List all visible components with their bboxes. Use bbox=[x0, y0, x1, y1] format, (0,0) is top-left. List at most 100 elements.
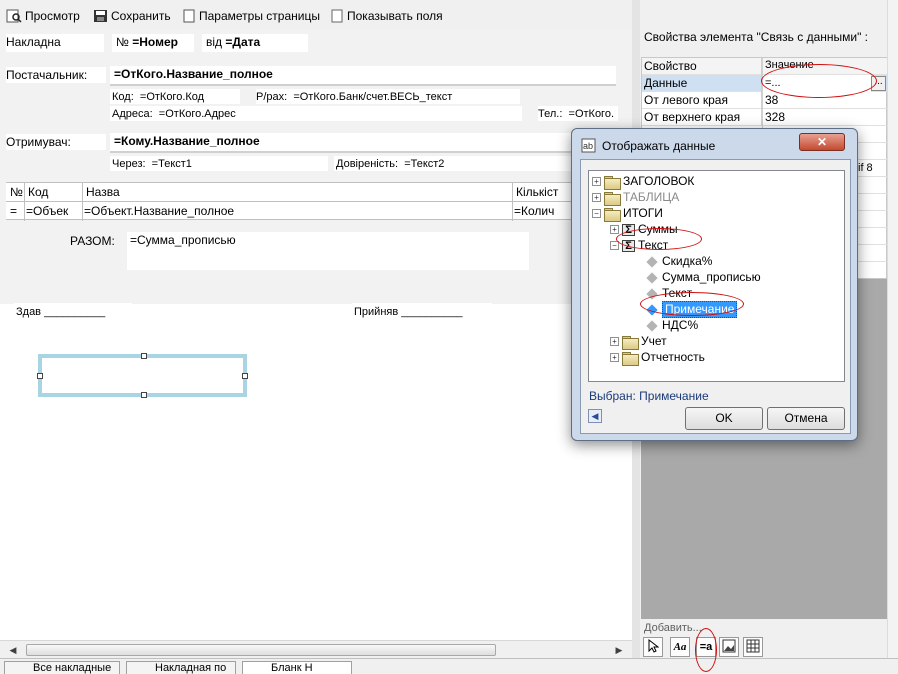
property-value-partial: if 8 bbox=[858, 162, 873, 174]
toolbar: Просмотр Сохранить Параметры страницы По… bbox=[0, 0, 630, 30]
folder-icon bbox=[604, 191, 621, 206]
number-block[interactable]: № =Номер bbox=[112, 34, 194, 52]
row-name-field[interactable]: =Объект.Название_полное bbox=[84, 203, 510, 219]
tree-leaf-vat[interactable]: НДС% bbox=[645, 318, 698, 333]
property-row-top[interactable]: От верхнего края 328 bbox=[642, 109, 888, 126]
resize-handle-left[interactable] bbox=[37, 373, 43, 379]
tree-node-totals[interactable]: − ИТОГИ bbox=[592, 206, 663, 222]
expand-icon[interactable]: + bbox=[610, 225, 619, 234]
code-block[interactable]: Код: =ОтКого.Код bbox=[110, 89, 240, 104]
back-icon[interactable]: ◀ bbox=[588, 409, 602, 423]
address-field: =ОтКого.Адрес bbox=[158, 108, 236, 120]
expand-icon[interactable]: + bbox=[592, 177, 601, 186]
total-label: РАЗОМ: bbox=[70, 233, 126, 249]
preview-button[interactable]: Просмотр bbox=[6, 7, 80, 24]
scroll-right-icon[interactable]: ▶ bbox=[612, 643, 626, 657]
collapse-icon[interactable]: − bbox=[592, 209, 601, 218]
row-code-field[interactable]: =Объек bbox=[26, 203, 80, 219]
proxy-block[interactable]: Довіреність: =Текст2 bbox=[334, 156, 574, 171]
phone-field: =ОтКого. bbox=[568, 108, 615, 120]
account-block[interactable]: Р/рах: =ОтКого.Банк/счет.ВЕСЬ_текст bbox=[256, 89, 520, 104]
address-block[interactable]: Адреса: =ОтКого.Адрес bbox=[110, 106, 522, 121]
ok-button[interactable]: OK bbox=[685, 407, 763, 430]
tree-node-label: ЗАГОЛОВОК bbox=[623, 174, 695, 188]
selected-new-element[interactable] bbox=[38, 354, 247, 397]
cancel-button[interactable]: Отмена bbox=[767, 407, 845, 430]
handed-line: __________ bbox=[44, 306, 106, 318]
field-icon bbox=[646, 255, 658, 268]
tree-node-reports[interactable]: + Отчетность bbox=[610, 350, 705, 366]
image-tool[interactable] bbox=[719, 637, 739, 657]
checkbox-icon bbox=[330, 9, 344, 23]
proxy-field: =Текст2 bbox=[404, 158, 445, 170]
svg-text:ab: ab bbox=[583, 141, 593, 151]
page-icon bbox=[182, 9, 196, 23]
horizontal-scrollbar[interactable]: ◀ ▶ bbox=[0, 640, 632, 658]
save-label: Сохранить bbox=[111, 8, 171, 23]
tree-node-table[interactable]: + ТАБЛИЦА bbox=[592, 190, 680, 206]
header-code: Код bbox=[28, 184, 78, 200]
vertical-scrollbar[interactable] bbox=[887, 0, 898, 658]
pointer-tool[interactable] bbox=[643, 637, 663, 657]
folder-open-icon bbox=[604, 207, 621, 222]
accepted-line: __________ bbox=[401, 306, 463, 318]
scroll-thumb[interactable] bbox=[26, 644, 496, 656]
phone-block[interactable]: Тел.: =ОтКого. bbox=[538, 106, 618, 121]
tab-all-invoices[interactable]: Все накладные bbox=[4, 661, 120, 674]
page-params-button[interactable]: Параметры страницы bbox=[182, 7, 320, 24]
expand-icon[interactable]: + bbox=[610, 353, 619, 362]
tree-leaf-discount[interactable]: Скидка% bbox=[645, 254, 712, 269]
table-tool[interactable] bbox=[743, 637, 763, 657]
accepted-block[interactable]: Прийняв __________ bbox=[352, 303, 492, 321]
window-tabs: Все накладные Накладная по Бланк Н bbox=[0, 658, 898, 674]
resize-handle-top[interactable] bbox=[141, 353, 147, 359]
tab-blank[interactable]: Бланк Н bbox=[242, 661, 352, 674]
row-num-field[interactable]: = bbox=[10, 203, 24, 219]
date-label: від bbox=[206, 35, 223, 49]
preview-label: Просмотр bbox=[25, 8, 80, 23]
save-button[interactable]: Сохранить bbox=[93, 7, 171, 24]
close-icon[interactable]: ✕ bbox=[799, 133, 845, 151]
tree-leaf-sum-words[interactable]: Сумма_прописью bbox=[645, 270, 761, 285]
accepted-label: Прийняв bbox=[354, 306, 399, 318]
through-label: Через: bbox=[112, 158, 146, 170]
expand-icon[interactable]: + bbox=[610, 337, 619, 346]
display-data-dialog: ab Отображать данные ✕ + ЗАГОЛОВОК + ТАБ… bbox=[571, 128, 858, 441]
expand-icon[interactable]: + bbox=[592, 193, 601, 202]
image-icon bbox=[722, 639, 736, 656]
col-property: Свойство bbox=[642, 58, 762, 75]
code-field: =ОтКого.Код bbox=[139, 91, 205, 103]
tree-node-accounting[interactable]: + Учет bbox=[610, 334, 667, 350]
tab-invoice[interactable]: Накладная по bbox=[126, 661, 236, 674]
table-icon bbox=[746, 639, 760, 656]
show-fields-button[interactable]: Показывать поля bbox=[330, 7, 443, 24]
resize-handle-right[interactable] bbox=[242, 373, 248, 379]
row-qty-field[interactable]: =Колич bbox=[514, 203, 572, 219]
resize-handle-bottom[interactable] bbox=[141, 392, 147, 398]
text-tool[interactable]: Aa bbox=[670, 637, 690, 657]
handed-block[interactable]: Здав __________ bbox=[14, 303, 132, 321]
selected-prefix: Выбран: bbox=[589, 389, 636, 403]
account-field: =ОтКого.Банк/счет.ВЕСЬ_текст bbox=[293, 91, 453, 103]
selected-info: Выбран: Примечание bbox=[589, 389, 709, 403]
folder-icon bbox=[622, 335, 639, 350]
total-field[interactable]: =Сумма_прописью bbox=[127, 232, 529, 270]
annotation-oval bbox=[695, 628, 717, 672]
header-num: № bbox=[10, 184, 24, 200]
tree-node-label: ТАБЛИЦА bbox=[623, 190, 680, 204]
selected-value: Примечание bbox=[639, 389, 709, 403]
scroll-left-icon[interactable]: ◀ bbox=[6, 643, 20, 657]
page-params-label: Параметры страницы bbox=[199, 8, 320, 23]
code-label: Код: bbox=[112, 91, 134, 103]
date-block[interactable]: від =Дата bbox=[202, 34, 308, 52]
date-field: =Дата bbox=[225, 35, 261, 49]
through-block[interactable]: Через: =Текст1 bbox=[110, 156, 328, 171]
tree-node-header[interactable]: + ЗАГОЛОВОК bbox=[592, 174, 695, 190]
folder-icon bbox=[622, 351, 639, 366]
recipient-field[interactable]: =Кому.Название_полное bbox=[110, 133, 616, 153]
folder-icon bbox=[604, 175, 621, 190]
property-value[interactable]: 328 bbox=[763, 109, 887, 126]
account-label: Р/рах: bbox=[256, 91, 288, 103]
supplier-field[interactable]: =ОтКого.Название_полное bbox=[110, 66, 616, 86]
field-icon bbox=[646, 319, 658, 332]
